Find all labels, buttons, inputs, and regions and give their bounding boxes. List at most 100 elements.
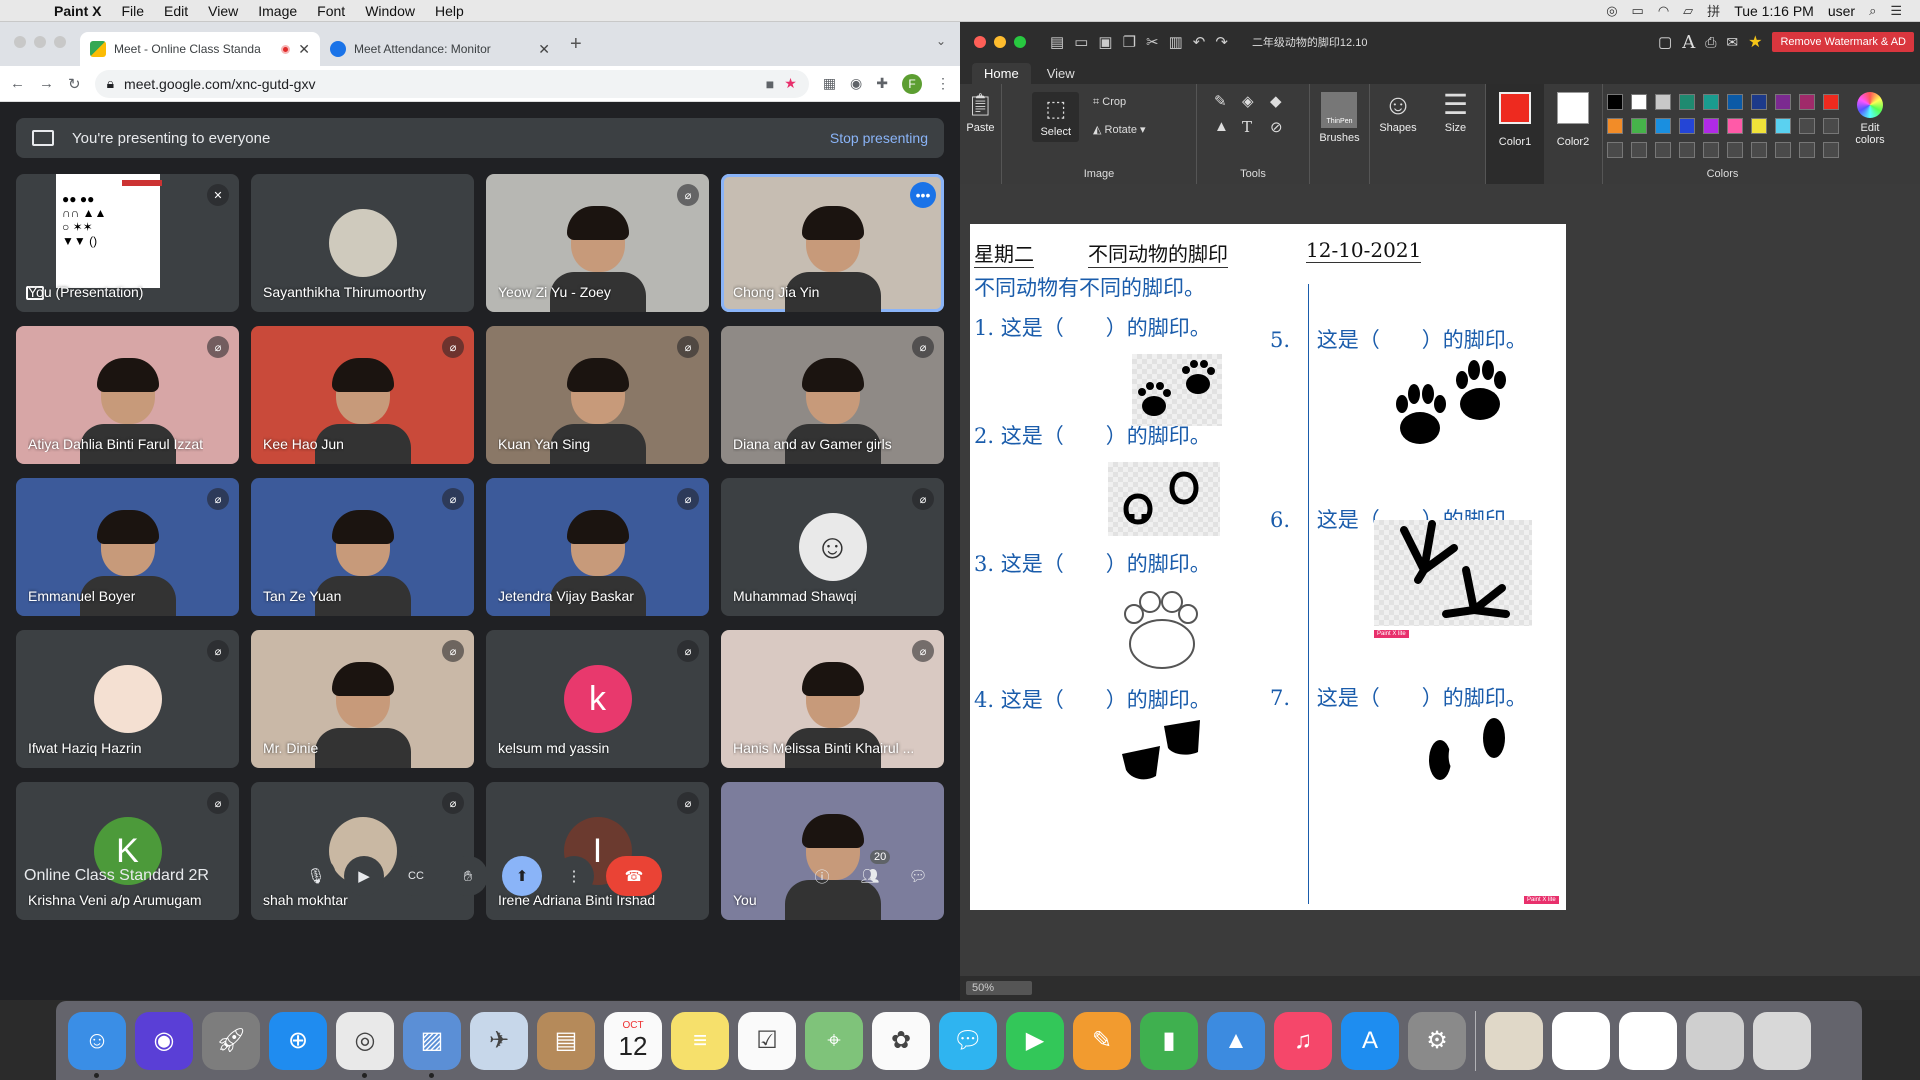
menu-file[interactable]: File <box>121 3 144 19</box>
lock-icon[interactable]: 🔒︎ <box>107 75 114 92</box>
empty-palette-swatch[interactable] <box>1606 142 1623 158</box>
close-tab-icon[interactable]: ✕ <box>298 41 310 58</box>
wifi-icon[interactable]: ◠ <box>1658 3 1669 19</box>
save-icon[interactable]: ▣ <box>1098 33 1112 51</box>
undo-icon[interactable]: ↶ <box>1193 33 1206 51</box>
chat-icon[interactable]: 💬︎ <box>898 856 938 896</box>
rotate-button[interactable]: ◭ Rotate ▾ <box>1093 123 1146 136</box>
leave-call-button[interactable]: ☎︎ <box>606 856 662 896</box>
bucket-icon[interactable]: ▲ <box>1214 118 1236 136</box>
dock-mail-icon[interactable]: ✈ <box>470 1011 528 1070</box>
dock-preview-icon[interactable]: ▨ <box>403 1011 461 1078</box>
mail-icon[interactable]: ✉ <box>1726 34 1738 51</box>
dock-chrome-icon[interactable]: ◎ <box>336 1011 394 1078</box>
palette-swatch[interactable] <box>1750 94 1767 110</box>
puzzle-icon[interactable]: ✚ <box>876 75 888 92</box>
participant-tile[interactable]: Emmanuel Boyer ⌀ <box>16 478 239 616</box>
paint-close-button[interactable] <box>974 36 986 48</box>
dock-minimized-worksheet-icon[interactable] <box>1552 1011 1610 1070</box>
menu-view[interactable]: View <box>208 3 238 19</box>
empty-palette-swatch[interactable] <box>1654 142 1671 158</box>
paste-button[interactable]: 📋︎ Paste <box>966 92 994 134</box>
dock-image-capture-icon[interactable] <box>1485 1011 1543 1070</box>
menu-edit[interactable]: Edit <box>164 3 188 19</box>
dock-finder-icon[interactable]: ☺ <box>68 1011 126 1078</box>
participant-tile[interactable]: Sayanthikha Thirumoorthy <box>251 174 474 312</box>
pencil-icon[interactable]: ✎ <box>1214 92 1236 110</box>
close-window-button[interactable] <box>14 36 26 48</box>
airplay-icon[interactable]: ▱ <box>1683 3 1693 19</box>
fill-icon[interactable]: ◆ <box>1270 92 1292 110</box>
meeting-details-icon[interactable]: ⓘ <box>802 856 842 896</box>
dock-minimized-paint-icon[interactable] <box>1619 1011 1677 1070</box>
tab-meet[interactable]: Meet - Online Class Standa ✕ <box>80 32 320 66</box>
dock-siri-icon[interactable]: ◉ <box>135 1011 193 1070</box>
zoom-level[interactable]: 50% <box>966 981 1032 995</box>
notification-center-icon[interactable]: ☰ <box>1890 3 1902 19</box>
new-tab-icon[interactable]: + <box>570 33 582 56</box>
participant-tile[interactable]: Hanis Melissa Binti Khairul ... ⌀ <box>721 630 944 768</box>
back-arrow-icon[interactable]: ← <box>10 75 25 92</box>
palette-swatch[interactable] <box>1678 94 1695 110</box>
participant-tile[interactable]: ●● ●● ∩∩ ▲▲ ○ ✶✶ ▼▼ () You (Presentation) ✕ <box>16 174 239 312</box>
tab-view[interactable]: View <box>1035 63 1087 84</box>
participant-tile[interactable]: Atiya Dahlia Binti Farul Izzat ⌀ <box>16 326 239 464</box>
dock-app-store-icon[interactable]: A <box>1341 1011 1399 1070</box>
palette-swatch[interactable] <box>1726 118 1743 134</box>
palette-swatch[interactable] <box>1630 118 1647 134</box>
creative-cloud-icon[interactable]: ◎ <box>1606 3 1617 19</box>
eraser-icon[interactable]: ◈ <box>1242 92 1264 110</box>
zoom-window-button[interactable] <box>54 36 66 48</box>
participant-tile[interactable]: k kelsum md yassin ⌀ <box>486 630 709 768</box>
participant-tile[interactable]: Yeow Zi Yu - Zoey ⌀ <box>486 174 709 312</box>
palette-swatch[interactable] <box>1630 94 1647 110</box>
user-menu[interactable]: user <box>1828 3 1855 19</box>
menu-font[interactable]: Font <box>317 3 345 19</box>
clock[interactable]: Tue 1:16 PM <box>1734 3 1814 19</box>
cut-icon[interactable]: ✂ <box>1146 33 1159 51</box>
participant-tile[interactable]: Kuan Yan Sing ⌀ <box>486 326 709 464</box>
dock-photos-icon[interactable]: ✿ <box>872 1011 930 1070</box>
dock-downloads-icon[interactable] <box>1686 1011 1744 1070</box>
text-tool-icon[interactable]: T <box>1242 118 1264 136</box>
size-button[interactable]: ☰ Size <box>1443 91 1468 135</box>
grid-extension-icon[interactable]: ▦ <box>823 75 836 92</box>
profile-avatar[interactable]: F <box>902 73 922 94</box>
participant-tile[interactable]: Chong Jia Yin ••• <box>721 174 944 312</box>
forward-arrow-icon[interactable]: → <box>39 75 54 92</box>
color1-button[interactable]: Color1 <box>1499 92 1531 148</box>
new-file-icon[interactable]: ▤ <box>1050 33 1064 51</box>
palette-swatch[interactable] <box>1798 94 1815 110</box>
extension-icon[interactable]: ◉ <box>850 75 862 92</box>
tile-options-icon[interactable]: ••• <box>910 182 936 208</box>
dock-system-preferences-icon[interactable]: ⚙ <box>1408 1011 1466 1070</box>
copy-icon[interactable]: ❐ <box>1123 33 1136 51</box>
minimize-window-button[interactable] <box>34 36 46 48</box>
paste-small-icon[interactable]: ▥ <box>1169 33 1183 51</box>
participant-tile[interactable]: Tan Ze Yuan ⌀ <box>251 478 474 616</box>
close-tab-icon[interactable]: ✕ <box>538 41 550 58</box>
tab-search-icon[interactable]: ⌄ <box>936 34 946 48</box>
remove-watermark-button[interactable]: Remove Watermark & AD <box>1772 32 1914 52</box>
paint-minimize-button[interactable] <box>994 36 1006 48</box>
palette-swatch[interactable] <box>1702 118 1719 134</box>
color-picker-icon[interactable]: ⊘ <box>1270 118 1292 136</box>
input-method-icon[interactable]: 拼 <box>1707 1 1720 20</box>
camera-button[interactable]: ▶ <box>344 856 384 896</box>
more-vert-icon[interactable]: ⋮ <box>936 75 950 92</box>
participant-tile[interactable]: ☺ Muhammad Shawqi ⌀ <box>721 478 944 616</box>
display-icon[interactable]: ▭ <box>1632 3 1644 19</box>
brushes-button[interactable]: ThinPen Brushes <box>1319 92 1360 144</box>
menu-help[interactable]: Help <box>435 3 464 19</box>
camera-indicator-icon[interactable]: ■ <box>766 76 774 92</box>
select-button[interactable]: ⬚ Select <box>1032 92 1080 142</box>
star-icon[interactable]: ★ <box>1748 32 1762 52</box>
reload-icon[interactable]: ↻ <box>68 75 81 93</box>
captions-button[interactable]: CC <box>396 856 436 896</box>
print-icon[interactable]: ⎙ <box>1705 34 1716 51</box>
paint-zoom-button[interactable] <box>1014 36 1026 48</box>
tab-home[interactable]: Home <box>972 63 1031 84</box>
dock-trash-icon[interactable] <box>1753 1011 1811 1070</box>
palette-swatch[interactable] <box>1606 94 1623 110</box>
dock-messages-icon[interactable]: 💬︎ <box>939 1011 997 1070</box>
